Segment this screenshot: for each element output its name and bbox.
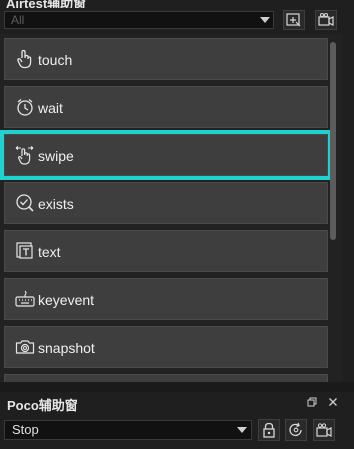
- restore-icon[interactable]: [306, 396, 318, 408]
- record-button[interactable]: [313, 419, 335, 441]
- keyboard-icon: [15, 289, 35, 309]
- action-item-wait[interactable]: wait: [4, 86, 328, 128]
- action-item-exists[interactable]: exists: [4, 182, 328, 224]
- refresh-button[interactable]: [285, 419, 307, 441]
- poco-mode-value: Stop: [12, 422, 39, 437]
- chevron-down-icon: [237, 427, 247, 433]
- action-label: text: [38, 244, 61, 260]
- poco-toolbar: Stop: [0, 416, 354, 446]
- camera-icon: [15, 337, 35, 357]
- refresh-icon: [289, 422, 302, 436]
- action-label: exists: [38, 196, 74, 212]
- action-item-text[interactable]: text: [4, 230, 328, 272]
- airtest-panel-title: Airtest辅助窗: [6, 0, 87, 8]
- record-camera-icon: [318, 13, 334, 26]
- action-label: swipe: [38, 148, 74, 164]
- action-label: keyevent: [38, 292, 95, 308]
- action-item-snapshot[interactable]: snapshot: [4, 326, 328, 368]
- action-item-swipe[interactable]: swipe: [0, 130, 332, 180]
- close-icon[interactable]: [327, 396, 339, 408]
- action-label: touch: [38, 52, 73, 68]
- action-label: snapshot: [38, 340, 95, 356]
- text-box-icon: [15, 241, 35, 261]
- poco-panel-header: Poco辅助窗: [0, 392, 354, 414]
- action-list: touch wait swipe exists text keyevent sn…: [0, 34, 342, 382]
- list-scrollbar[interactable]: [330, 42, 336, 240]
- action-item-keyevent[interactable]: keyevent: [4, 278, 328, 320]
- filter-select[interactable]: All: [4, 11, 274, 29]
- record-icon: [316, 423, 332, 437]
- new-file-button[interactable]: [283, 10, 305, 30]
- touch-hand-icon: [15, 49, 35, 69]
- lock-button[interactable]: [258, 419, 280, 441]
- swipe-hand-icon: [15, 145, 35, 165]
- filter-select-value: All: [11, 13, 25, 27]
- poco-mode-select[interactable]: Stop: [4, 420, 252, 440]
- chevron-down-icon: [260, 17, 270, 23]
- action-item-touch[interactable]: touch: [4, 38, 328, 80]
- check-circle-icon: [15, 193, 35, 213]
- lock-icon: [263, 422, 275, 438]
- record-screen-button[interactable]: [315, 10, 337, 30]
- airtest-panel-titlebar: Airtest辅助窗: [0, 0, 354, 8]
- poco-panel-title: Poco辅助窗: [7, 398, 78, 413]
- panel-divider: [0, 382, 354, 392]
- action-label: wait: [38, 100, 63, 116]
- action-item-partial[interactable]: [4, 374, 328, 382]
- new-file-icon: [286, 13, 301, 27]
- filter-row: All: [0, 8, 354, 34]
- clock-icon: [15, 97, 35, 117]
